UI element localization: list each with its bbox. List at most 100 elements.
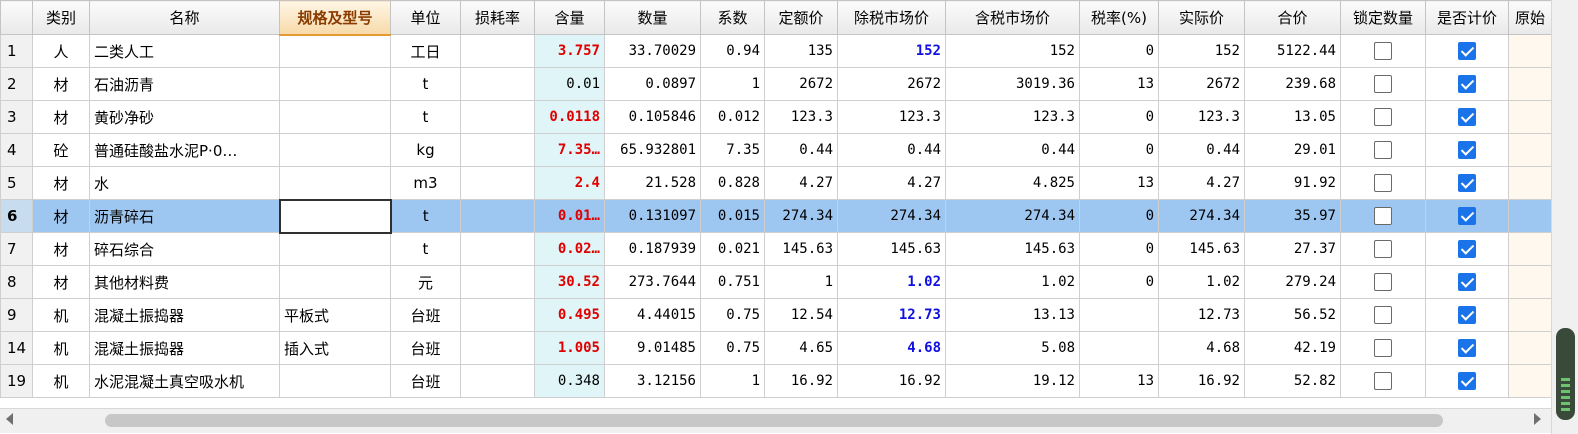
cell-quantity[interactable]: 0.0897 <box>604 67 701 101</box>
cell-quota-price[interactable]: 16.92 <box>764 364 838 398</box>
cell-lock-qty[interactable] <box>1340 100 1426 134</box>
table-row[interactable]: 2 材石油沥青 t 0.01 0.0897 1 2672 2672 3019.36 13 2672 2… <box>0 67 1552 101</box>
cell-coefficient[interactable]: 0.012 <box>700 100 765 134</box>
cell-name[interactable]: 沥青碎石 <box>89 199 280 233</box>
cell-lock-qty[interactable] <box>1340 298 1426 332</box>
cell-original[interactable] <box>1508 34 1552 68</box>
header-excl-tax-price[interactable]: 除税市场价 <box>837 0 946 35</box>
checkbox-unchecked-icon[interactable] <box>1374 306 1392 325</box>
cell-incl-tax-price[interactable]: 152 <box>945 34 1080 68</box>
cell-unit[interactable]: t <box>390 232 461 266</box>
cell-priced[interactable] <box>1425 199 1509 233</box>
cell-total[interactable]: 5122.44 <box>1244 34 1341 68</box>
checkbox-checked-icon[interactable] <box>1458 141 1476 160</box>
cell-total[interactable]: 35.97 <box>1244 199 1341 233</box>
cell-tax-rate[interactable]: 0 <box>1079 232 1159 266</box>
cell-tax-rate[interactable]: 13 <box>1079 166 1159 200</box>
cell-tax-rate[interactable]: 0 <box>1079 265 1159 299</box>
row-number[interactable]: 6 <box>0 199 33 233</box>
cell-spec[interactable] <box>279 232 391 266</box>
cell-type[interactable]: 人 <box>32 34 90 68</box>
cell-unit[interactable]: kg <box>390 133 461 167</box>
cell-name[interactable]: 碎石综合 <box>89 232 280 266</box>
checkbox-unchecked-icon[interactable] <box>1374 372 1392 391</box>
cell-quota-price[interactable]: 123.3 <box>764 100 838 134</box>
cell-quota-price[interactable]: 145.63 <box>764 232 838 266</box>
cell-original[interactable] <box>1508 331 1552 365</box>
cell-name[interactable]: 水泥混凝土真空吸水机 <box>89 364 280 398</box>
cell-name[interactable]: 普通硅酸盐水泥P·0… <box>89 133 280 167</box>
table-row[interactable]: 7 材碎石综合 t 0.02… 0.187939 0.021 145.63 145.63 145… <box>0 232 1552 266</box>
cell-incl-tax-price[interactable]: 0.44 <box>945 133 1080 167</box>
cell-quantity[interactable]: 21.528 <box>604 166 701 200</box>
cell-unit[interactable]: t <box>390 67 461 101</box>
cell-actual-price[interactable]: 16.92 <box>1158 364 1245 398</box>
checkbox-unchecked-icon[interactable] <box>1374 75 1392 94</box>
table-row[interactable]: 1 人二类人工 工日 3.757 33.70029 0.94 135 152 152 0 152 51… <box>0 34 1552 68</box>
cell-name[interactable]: 其他材料费 <box>89 265 280 299</box>
cell-content[interactable]: 0.495 <box>534 298 605 332</box>
cell-tax-rate[interactable]: 13 <box>1079 67 1159 101</box>
checkbox-checked-icon[interactable] <box>1458 42 1476 61</box>
cell-lock-qty[interactable] <box>1340 133 1426 167</box>
cell-loss-rate[interactable] <box>460 199 535 233</box>
cell-quantity[interactable]: 273.7644 <box>604 265 701 299</box>
cell-lock-qty[interactable] <box>1340 331 1426 365</box>
cell-original[interactable] <box>1508 100 1552 134</box>
header-actual-price[interactable]: 实际价 <box>1158 0 1245 35</box>
cell-incl-tax-price[interactable]: 3019.36 <box>945 67 1080 101</box>
cell-quantity[interactable]: 0.187939 <box>604 232 701 266</box>
horizontal-scrollbar[interactable] <box>0 408 1551 433</box>
cell-coefficient[interactable]: 0.015 <box>700 199 765 233</box>
cell-quota-price[interactable]: 135 <box>764 34 838 68</box>
cell-spec[interactable] <box>279 34 391 68</box>
cell-loss-rate[interactable] <box>460 34 535 68</box>
checkbox-unchecked-icon[interactable] <box>1374 240 1392 259</box>
cell-quota-price[interactable]: 0.44 <box>764 133 838 167</box>
row-number[interactable]: 3 <box>0 100 33 134</box>
cell-lock-qty[interactable] <box>1340 364 1426 398</box>
cell-loss-rate[interactable] <box>460 232 535 266</box>
checkbox-unchecked-icon[interactable] <box>1374 42 1392 61</box>
cell-type[interactable]: 材 <box>32 100 90 134</box>
cell-priced[interactable] <box>1425 265 1509 299</box>
header-total[interactable]: 合价 <box>1244 0 1341 35</box>
cell-content[interactable]: 0.01 <box>534 67 605 101</box>
cell-name[interactable]: 水 <box>89 166 280 200</box>
cell-excl-tax-price[interactable]: 4.68 <box>837 331 946 365</box>
cell-loss-rate[interactable] <box>460 265 535 299</box>
cell-excl-tax-price[interactable]: 12.73 <box>837 298 946 332</box>
table-row[interactable]: 8 材其他材料费元 30.52 273.7644 0.751 1 1.02 1.02 0 1.02… <box>0 265 1552 299</box>
table-row[interactable]: 14 机混凝土振捣器 插入式 台班 1.005 9.01485 0.75 4.65 4.68 5.… <box>0 331 1552 365</box>
row-number[interactable]: 14 <box>0 331 33 365</box>
checkbox-checked-icon[interactable] <box>1458 273 1476 292</box>
cell-excl-tax-price[interactable]: 4.27 <box>837 166 946 200</box>
cell-content[interactable]: 3.757 <box>534 34 605 68</box>
cell-content[interactable]: 2.4 <box>534 166 605 200</box>
cell-tax-rate[interactable]: 0 <box>1079 133 1159 167</box>
cell-content[interactable]: 30.52 <box>534 265 605 299</box>
cell-coefficient[interactable]: 1 <box>700 364 765 398</box>
row-number[interactable]: 19 <box>0 364 33 398</box>
cell-coefficient[interactable]: 1 <box>700 67 765 101</box>
row-number[interactable]: 4 <box>0 133 33 167</box>
cell-incl-tax-price[interactable]: 5.08 <box>945 331 1080 365</box>
cell-priced[interactable] <box>1425 232 1509 266</box>
cell-spec[interactable] <box>279 265 391 299</box>
cell-loss-rate[interactable] <box>460 133 535 167</box>
cell-unit[interactable]: 工日 <box>390 34 461 68</box>
scroll-knob-icon[interactable] <box>1556 328 1575 420</box>
cell-tax-rate[interactable]: 13 <box>1079 364 1159 398</box>
cell-priced[interactable] <box>1425 331 1509 365</box>
cell-spec[interactable] <box>279 67 391 101</box>
cell-total[interactable]: 52.82 <box>1244 364 1341 398</box>
cell-quantity[interactable]: 3.12156 <box>604 364 701 398</box>
cell-quantity[interactable]: 9.01485 <box>604 331 701 365</box>
checkbox-unchecked-icon[interactable] <box>1374 207 1392 226</box>
row-number[interactable]: 2 <box>0 67 33 101</box>
cell-excl-tax-price[interactable]: 152 <box>837 34 946 68</box>
cell-type[interactable]: 机 <box>32 298 90 332</box>
cell-spec[interactable] <box>278 198 392 234</box>
cell-actual-price[interactable]: 152 <box>1158 34 1245 68</box>
checkbox-checked-icon[interactable] <box>1458 75 1476 94</box>
